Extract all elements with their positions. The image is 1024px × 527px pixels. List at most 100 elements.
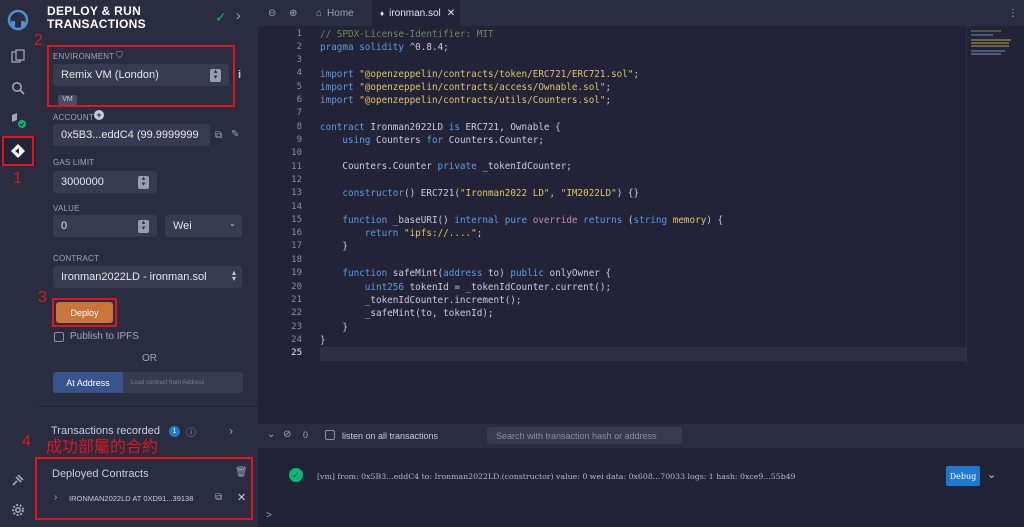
pending-count: 0 xyxy=(303,430,309,440)
publish-ipfs-label: Publish to IPFS xyxy=(70,331,139,342)
editor-tab-bar: ⊖ ⊕ ⌂ Home ♦ ironman.sol ✕ ⋮ xyxy=(258,0,1024,26)
code-line: _tokenIdCounter.increment(); xyxy=(320,295,522,306)
annotation-number-3: 3 xyxy=(38,289,47,306)
publish-ipfs-checkbox[interactable] xyxy=(54,332,64,342)
annotation-box-deployed xyxy=(35,457,253,520)
contract-select[interactable]: Ironman2022LD - ironman.sol xyxy=(53,266,242,288)
transaction-search-input[interactable]: Search with transaction hash or address xyxy=(487,427,682,444)
remix-logo-icon[interactable] xyxy=(0,4,36,36)
zoom-in-icon[interactable]: ⊕ xyxy=(289,0,297,26)
annotation-box-rail xyxy=(2,136,34,166)
deployed-contract-item[interactable]: IRONMAN2022LD AT 0XD91...39138 xyxy=(69,494,193,503)
file-explorer-icon[interactable] xyxy=(0,42,36,70)
expand-chevron-icon[interactable]: › xyxy=(54,492,57,503)
tab-file-label: ironman.sol xyxy=(389,7,441,19)
info-circle-icon[interactable]: ⓘ xyxy=(186,424,196,439)
line-number: 22 xyxy=(291,308,302,318)
line-number: 9 xyxy=(296,135,302,145)
search-icon[interactable] xyxy=(0,74,36,102)
expand-log-icon[interactable]: ⌄ xyxy=(987,468,996,481)
home-icon: ⌂ xyxy=(316,7,323,19)
terminal-prompt[interactable]: > xyxy=(266,510,272,521)
line-number: 16 xyxy=(291,228,302,238)
solidity-compiler-icon[interactable] xyxy=(0,106,36,134)
listen-all-checkbox[interactable] xyxy=(325,430,335,440)
line-number: 4 xyxy=(296,68,302,78)
environment-select[interactable]: Remix VM (London) xyxy=(53,64,229,86)
code-line: import "@openzeppelin/contracts/utils/Co… xyxy=(320,95,612,106)
add-account-icon[interactable]: + xyxy=(94,110,104,120)
remix-ide: 1 DEPLOY & RUN TRANSACTIONS ✓ › 2 ENVIRO… xyxy=(0,0,1024,527)
chevron-right-icon[interactable]: › xyxy=(229,424,233,438)
annotation-success-note: 成功部屬的合約 xyxy=(46,437,159,456)
debug-button[interactable]: Debug xyxy=(946,466,980,486)
deploy-button[interactable]: Deploy xyxy=(56,302,113,323)
check-icon: ✓ xyxy=(215,9,227,25)
at-address-button[interactable]: At Address xyxy=(53,372,123,393)
line-number: 2 xyxy=(296,42,302,52)
code-line: } xyxy=(320,335,326,346)
copy-icon[interactable]: ⧉ xyxy=(215,130,222,141)
line-number: 20 xyxy=(291,282,302,292)
line-number: 15 xyxy=(291,215,302,225)
code-line: _safeMint(to, tokenId); xyxy=(320,308,494,319)
code-line: import "@openzeppelin/contracts/access/O… xyxy=(320,82,612,93)
line-number: 12 xyxy=(291,175,302,185)
plugin-manager-icon[interactable] xyxy=(0,466,36,494)
code-line: } xyxy=(320,322,348,333)
zoom-out-icon[interactable]: ⊖ xyxy=(268,0,276,26)
line-number: 11 xyxy=(291,162,302,172)
collapse-terminal-icon[interactable]: ⌄ xyxy=(267,429,275,440)
chevron-right-icon[interactable]: › xyxy=(236,7,241,23)
more-icon[interactable]: ⋮ xyxy=(1008,0,1018,26)
load-contract-input[interactable]: Load contract from Address xyxy=(123,372,243,393)
gas-limit-label: GAS LIMIT xyxy=(53,158,95,167)
success-check-icon: ✓ xyxy=(289,468,303,482)
line-number: 7 xyxy=(296,108,302,118)
panel-divider xyxy=(36,406,258,407)
transaction-log[interactable]: [vm] from: 0x5B3...eddC4 to: Ironman2022… xyxy=(317,472,796,481)
panel-title: DEPLOY & RUN TRANSACTIONS xyxy=(47,4,146,31)
info-icon[interactable]: i xyxy=(238,69,241,81)
line-number: 24 xyxy=(291,335,302,345)
plug-icon: ⛉ xyxy=(116,50,123,60)
select-arrows-icon: ▴ ▾ xyxy=(210,68,221,82)
select-arrows-icon: ▴ ▾ xyxy=(232,268,237,283)
tab-home-label: Home xyxy=(327,7,354,19)
line-number: 17 xyxy=(291,241,302,251)
or-divider: OR xyxy=(142,353,157,364)
value-label: VALUE xyxy=(53,204,80,213)
annotation-number-1: 1 xyxy=(13,170,22,187)
settings-gear-icon[interactable] xyxy=(0,496,36,524)
value-stepper-icon[interactable]: ▴ ▾ xyxy=(138,219,149,233)
edit-icon[interactable]: ✎ xyxy=(231,129,239,140)
line-number: 3 xyxy=(296,55,302,65)
tab-ironman-sol[interactable]: ♦ ironman.sol ✕ xyxy=(372,0,460,26)
account-label: ACCOUNT xyxy=(53,113,94,122)
clear-console-icon[interactable]: ⊘ xyxy=(283,429,291,440)
tab-home[interactable]: ⌂ Home xyxy=(310,0,370,26)
remove-contract-icon[interactable]: ✕ xyxy=(237,491,246,504)
code-line: import "@openzeppelin/contracts/token/ER… xyxy=(320,69,640,80)
trash-icon[interactable]: 🗑 xyxy=(235,467,248,478)
listen-all-label: listen on all transactions xyxy=(342,431,439,441)
chevron-down-icon: ⌄ xyxy=(229,219,236,228)
code-line: function safeMint(address to) public onl… xyxy=(342,268,612,279)
copy-address-icon[interactable]: ⧉ xyxy=(215,492,222,503)
transactions-count-badge: 1 xyxy=(169,426,180,437)
code-line: function _baseURI() internal pure overri… xyxy=(342,215,724,226)
code-line: uint256 tokenId = _tokenIdCounter.curren… xyxy=(364,282,612,293)
current-line-highlight xyxy=(320,347,966,361)
line-number: 5 xyxy=(296,82,302,92)
code-line: // SPDX-License-Identifier: MIT xyxy=(320,29,494,40)
editor-minimap[interactable] xyxy=(966,26,1024,366)
line-number: 6 xyxy=(296,95,302,105)
code-line: return "ipfs://...."; xyxy=(364,228,483,239)
account-select[interactable]: 0x5B3...eddC4 (99.9999999 xyxy=(53,124,210,146)
contract-label: CONTRACT xyxy=(53,254,100,263)
gas-stepper-icon[interactable]: ▴ ▾ xyxy=(138,175,149,189)
line-number: 13 xyxy=(291,188,302,198)
line-number: 25 xyxy=(291,348,302,358)
line-number-gutter: 1 2 3 4 5 6 7 8 9 10 11 12 13 14 15 16 17 18 19 20 21 22 23 24 2… xyxy=(258,26,308,366)
close-tab-icon[interactable]: ✕ xyxy=(447,8,455,19)
